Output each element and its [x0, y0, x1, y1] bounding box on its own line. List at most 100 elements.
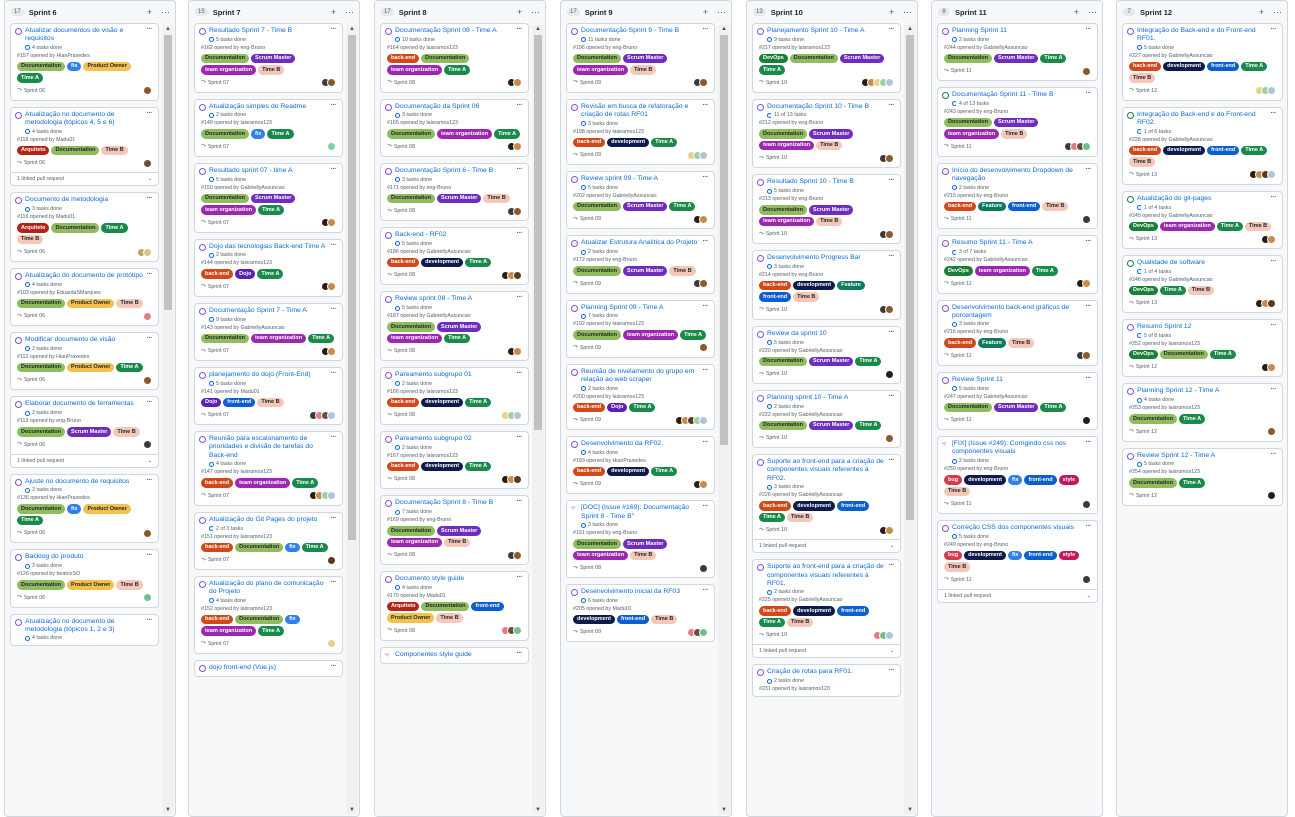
label-badge[interactable]: Time A — [1179, 414, 1206, 424]
label-badge[interactable]: Documentation — [235, 614, 284, 625]
label-badge[interactable]: Time B — [1129, 73, 1156, 83]
card-menu-icon[interactable]: ··· — [331, 306, 337, 313]
issue-card[interactable]: Integração do Back-end e do Front-end RF… — [1122, 106, 1283, 185]
column-scrollbar[interactable]: ▲ ▼ — [904, 25, 916, 814]
issue-card[interactable]: Dojo das tecnologias Back-end Time A ··· 2… — [194, 238, 343, 297]
label-badge[interactable]: Scrum Master — [809, 420, 854, 431]
label-badge[interactable]: Time B — [1042, 201, 1069, 212]
issue-title-link[interactable]: Backlog do produto — [25, 553, 144, 561]
label-badge[interactable]: front-end — [759, 292, 792, 302]
label-badge[interactable]: Time A — [1216, 221, 1243, 232]
issue-card[interactable]: Desenvolvimento da RF02. ··· 4 tasks done #… — [566, 436, 715, 495]
issue-card[interactable]: Suporte ao front-end para a criação de c… — [752, 454, 901, 554]
issue-title-link[interactable]: Documentação Sprint 08 - Time A — [395, 27, 514, 35]
label-badge[interactable]: Feature — [978, 338, 1007, 348]
issue-title-link[interactable]: Atualizar Estrutura Analítica do Projeto — [581, 239, 700, 247]
label-badge[interactable]: Time B — [1187, 285, 1215, 296]
avatar[interactable] — [513, 142, 522, 152]
avatar[interactable] — [885, 153, 894, 163]
issue-card[interactable]: Resultado sprint 07 - time A ··· 5 tasks d… — [194, 162, 343, 233]
avatar[interactable] — [885, 369, 894, 379]
linked-pull-request[interactable]: 1 linked pull request ⌄ — [753, 644, 900, 657]
label-badge[interactable]: Time A — [680, 330, 707, 340]
issue-title-link[interactable]: [DOC] (Issue #169): Documentação Sprint … — [581, 504, 700, 520]
linked-pull-request[interactable]: 1 linked pull request ⌄ — [753, 539, 900, 552]
card-menu-icon[interactable]: ··· — [1271, 258, 1277, 265]
issue-title-link[interactable]: Resultado sprint 07 - time A — [209, 167, 328, 175]
issue-card[interactable]: Desenvolvimento back-end gráficos de por… — [937, 299, 1098, 366]
issue-title-link[interactable]: Documentação Sprint 10 - Time B — [767, 103, 886, 111]
scroll-down-icon[interactable]: ▼ — [535, 807, 541, 813]
card-menu-icon[interactable]: ··· — [331, 370, 337, 377]
label-badge[interactable]: Documentation — [51, 145, 100, 156]
label-badge[interactable]: development — [607, 137, 650, 148]
card-menu-icon[interactable]: ··· — [889, 667, 895, 674]
issue-title-link[interactable]: Documentação Sprint 6 - Time B — [395, 167, 514, 175]
label-badge[interactable]: Time A — [292, 478, 319, 488]
label-badge[interactable]: Documentation — [759, 205, 808, 215]
label-badge[interactable]: team organization — [759, 216, 815, 227]
label-badge[interactable]: Time A — [759, 512, 786, 523]
label-badge[interactable]: Documentation — [1129, 414, 1178, 424]
linked-pull-request[interactable]: 1 linked pull request ⌄ — [938, 588, 1097, 602]
label-badge[interactable]: back-end — [201, 614, 234, 625]
label-badge[interactable]: Product Owner — [387, 613, 435, 623]
avatar[interactable] — [1267, 298, 1276, 308]
label-badge[interactable]: Time B — [1244, 221, 1272, 232]
issue-title-link[interactable]: Planning sprint 10 - Time A — [767, 394, 886, 402]
label-badge[interactable]: Documentation — [17, 61, 66, 72]
avatar[interactable] — [1267, 234, 1276, 244]
label-badge[interactable]: Scrum Master — [67, 427, 112, 437]
issue-title-link[interactable]: Atualização no documento de metodologia … — [25, 111, 144, 127]
label-badge[interactable]: front-end — [837, 606, 870, 616]
label-badge[interactable]: back-end — [759, 501, 792, 511]
avatar[interactable] — [1082, 351, 1091, 361]
avatar[interactable] — [513, 78, 522, 88]
add-item-icon[interactable]: + — [1071, 7, 1082, 17]
label-badge[interactable]: Time A — [1241, 61, 1268, 72]
label-badge[interactable]: Documentation — [944, 53, 993, 64]
issue-title-link[interactable]: Desenvolvimento da RF02. — [581, 440, 700, 448]
label-badge[interactable]: DevOps — [1129, 221, 1158, 232]
label-badge[interactable]: team organization — [1159, 221, 1215, 232]
label-badge[interactable]: Documentation — [235, 542, 284, 553]
issue-card[interactable]: Back-end - RF02 ··· 5 tasks done #186 opene… — [380, 227, 529, 286]
label-badge[interactable]: Dojo — [235, 269, 256, 279]
label-badge[interactable]: back-end — [759, 280, 792, 291]
card-menu-icon[interactable]: ··· — [703, 238, 709, 245]
avatar[interactable] — [699, 150, 708, 160]
label-badge[interactable]: back-end — [944, 338, 977, 348]
avatar[interactable] — [327, 78, 336, 88]
issue-card[interactable]: Desenvolvimento inicial da RF03 ··· 6 task… — [566, 584, 715, 643]
label-badge[interactable]: Time B — [944, 562, 971, 572]
label-badge[interactable]: Time A — [465, 397, 492, 408]
label-badge[interactable]: fix — [285, 542, 300, 553]
label-badge[interactable]: Arquiteto — [17, 145, 50, 156]
label-badge[interactable]: Documentation — [573, 53, 622, 64]
label-badge[interactable]: Product Owner — [67, 362, 115, 373]
label-badge[interactable]: Scrum Master — [623, 539, 668, 549]
issue-title-link[interactable]: Resultado Sprint 7 - Time B — [209, 27, 328, 35]
label-badge[interactable]: Documentation — [573, 266, 622, 276]
add-item-icon[interactable]: + — [328, 7, 339, 17]
label-badge[interactable]: Documentation — [573, 201, 622, 212]
avatar[interactable] — [327, 639, 336, 649]
card-menu-icon[interactable]: ··· — [703, 367, 709, 374]
column-scrollbar[interactable]: ▲ ▼ — [532, 25, 544, 814]
issue-card[interactable]: Resultado Sprint 7 - Time B ··· 5 tasks do… — [194, 23, 343, 93]
label-badge[interactable]: Time A — [465, 461, 492, 472]
issue-card[interactable]: Atualização do Git Pages do projeto ··· 2 … — [194, 511, 343, 571]
issue-card[interactable]: Pareamento subgrupo 01 ··· 2 tasks done #16… — [380, 367, 529, 426]
issue-title-link[interactable]: Integração do Back-end e do Front-end RF… — [1137, 27, 1268, 43]
label-badge[interactable]: Feature — [837, 280, 865, 291]
card-menu-icon[interactable]: ··· — [703, 303, 709, 310]
label-badge[interactable]: Time B — [669, 266, 696, 276]
label-badge[interactable]: team organization — [573, 65, 629, 75]
add-item-icon[interactable]: + — [700, 7, 711, 17]
label-badge[interactable]: development — [573, 614, 615, 625]
issue-title-link[interactable]: Suporte ao front-end para a criação de c… — [767, 563, 886, 588]
label-badge[interactable]: Documentation — [51, 223, 100, 233]
label-badge[interactable]: Time A — [465, 257, 492, 268]
card-menu-icon[interactable]: ··· — [703, 439, 709, 446]
issue-title-link[interactable]: Integração do Back-end e do Front-end RF… — [1137, 111, 1268, 127]
